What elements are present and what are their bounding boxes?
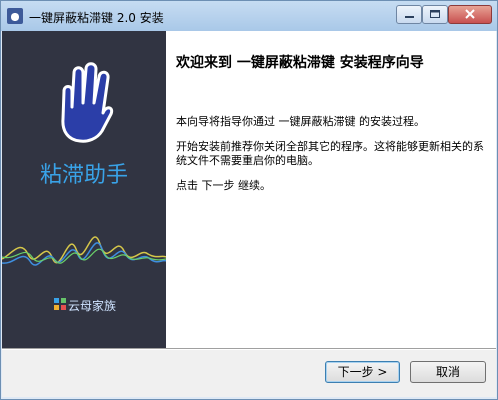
close-button[interactable] — [448, 5, 492, 24]
maximize-icon — [430, 10, 440, 18]
client-area: 粘滞助手 云母家族 欢迎来到 一键屏蔽粘滞键 安装程序向导 本向导将指导你通过 … — [2, 31, 496, 397]
page-title: 欢迎来到 一键屏蔽粘滞键 安装程序向导 — [176, 55, 424, 71]
minimize-icon — [405, 16, 414, 18]
recommendation-text: 开始安装前推荐你关闭全部其它的程序。这将能够更新相关的系统文件不需要重启你的电脑… — [176, 140, 484, 167]
footer-divider — [2, 348, 496, 350]
continue-instruction: 点击 下一步 继续。 — [176, 179, 271, 192]
app-icon — [7, 8, 23, 24]
maximize-button[interactable] — [422, 5, 448, 24]
minimize-button[interactable] — [396, 5, 422, 24]
window-title: 一键屏蔽粘滞键 2.0 安装 — [29, 11, 164, 25]
cancel-button[interactable]: 取消 — [410, 361, 486, 383]
sound-wave-graphic — [2, 236, 166, 266]
wizard-content: 欢迎来到 一键屏蔽粘滞键 安装程序向导 本向导将指导你通过 一键屏蔽粘滞键 的安… — [166, 31, 496, 348]
sidebar-title: 粘滞助手 — [39, 163, 128, 188]
wizard-sidebar: 粘滞助手 云母家族 — [2, 31, 166, 348]
hand-icon — [61, 62, 114, 143]
next-button[interactable]: 下一步 > — [325, 361, 400, 383]
intro-text: 本向导将指导你通过 一键屏蔽粘滞键 的安装过程。 — [176, 115, 425, 128]
installer-window: 一键屏蔽粘滞键 2.0 安装 粘滞助手 云母家族 欢迎来到 一键屏蔽粘滞键 安装… — [0, 0, 498, 400]
brand-logo-icon — [54, 298, 66, 310]
close-icon — [465, 9, 475, 19]
title-bar[interactable]: 一键屏蔽粘滞键 2.0 安装 — [1, 1, 497, 31]
brand-text: 云母家族 — [68, 299, 117, 313]
